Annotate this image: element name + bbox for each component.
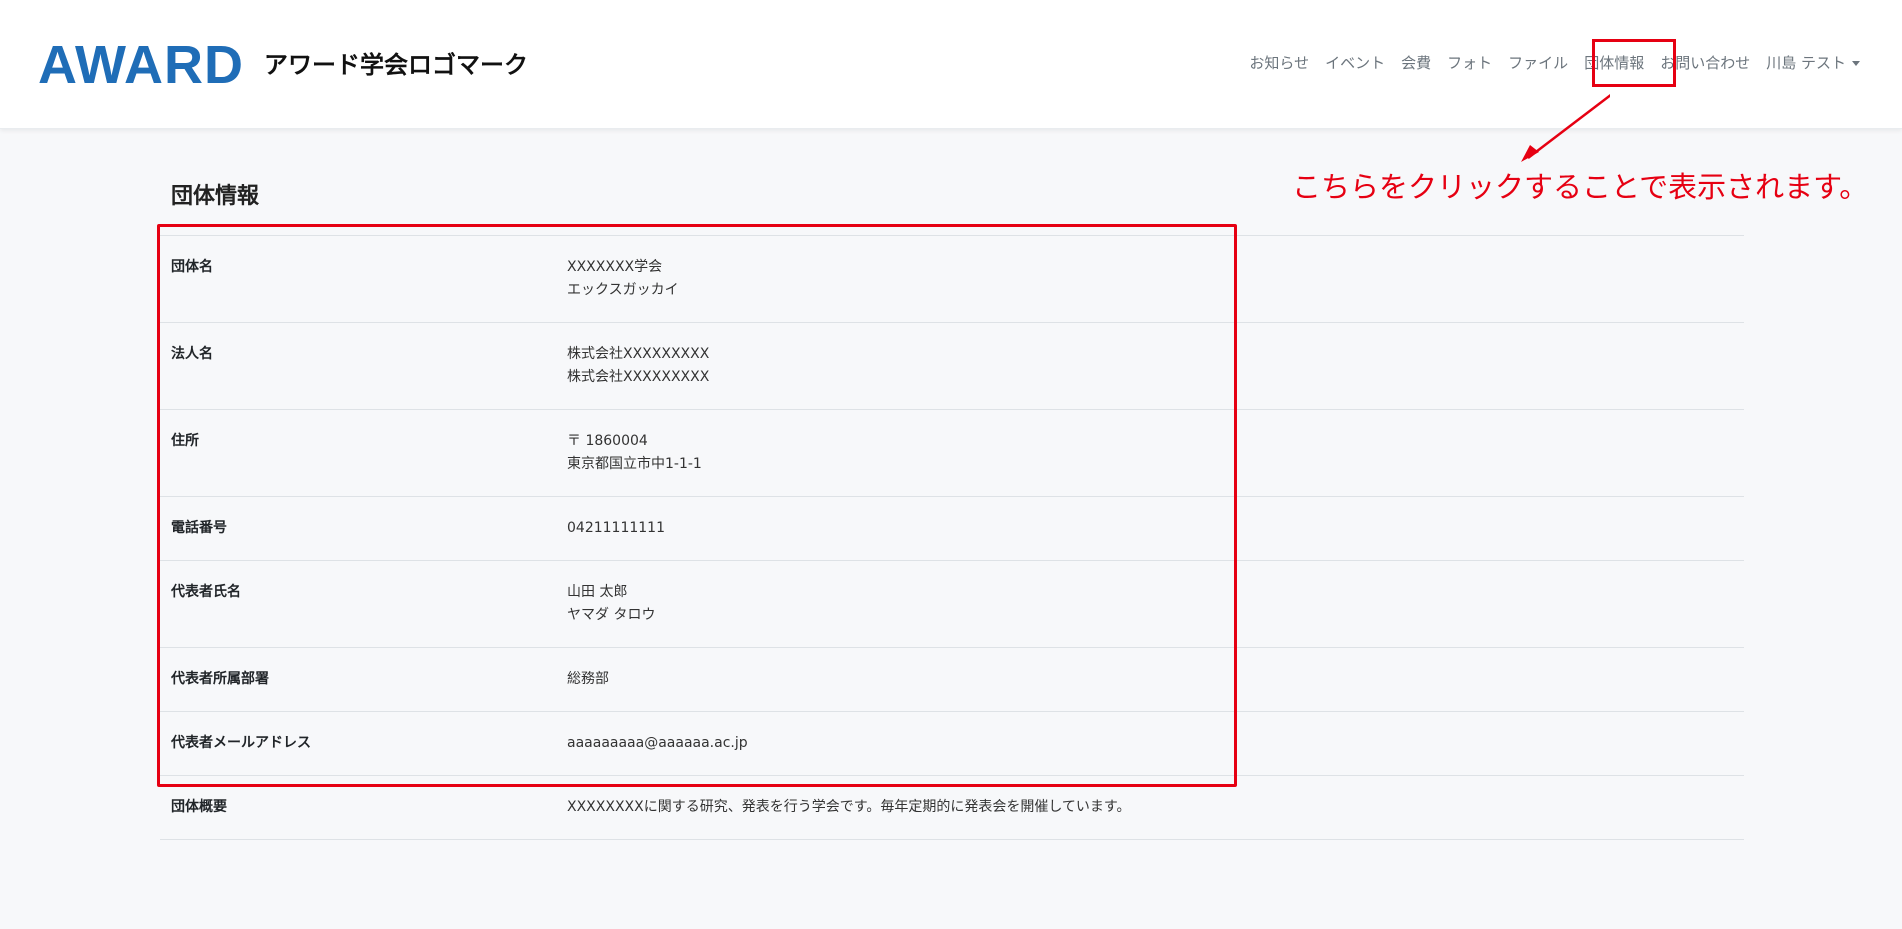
page-title: 団体情報 bbox=[171, 184, 260, 209]
nav-item-fees[interactable]: 会費 bbox=[1393, 50, 1439, 76]
brand-name: アワード学会ロゴマーク bbox=[264, 51, 528, 79]
nav-item-news[interactable]: お知らせ bbox=[1241, 50, 1317, 76]
award-logo: AWARD bbox=[38, 35, 244, 95]
nav-item-photos[interactable]: フォト bbox=[1439, 50, 1500, 76]
annotation-arrow-icon bbox=[1521, 93, 1610, 162]
user-menu[interactable]: 川島 テスト bbox=[1758, 50, 1868, 76]
annotation-text: こちらをクリックすることで表示されます。 bbox=[1292, 170, 1869, 204]
table-highlight-box bbox=[157, 224, 1237, 787]
main-nav: お知らせ イベント 会費 フォト ファイル 団体情報 お問い合わせ 川島 テスト bbox=[1241, 50, 1868, 76]
nav-highlight-box bbox=[1592, 39, 1676, 87]
row-value-line: XXXXXXXXに関する研究、発表を行う学会です。毎年定期的に発表会を開催してい… bbox=[567, 799, 1131, 815]
user-name: 川島 テスト bbox=[1766, 54, 1846, 72]
brand-link[interactable]: AWARD アワード学会ロゴマーク bbox=[38, 35, 528, 95]
caret-down-icon bbox=[1852, 61, 1860, 66]
nav-item-events[interactable]: イベント bbox=[1317, 50, 1393, 76]
nav-item-files[interactable]: ファイル bbox=[1500, 50, 1576, 76]
